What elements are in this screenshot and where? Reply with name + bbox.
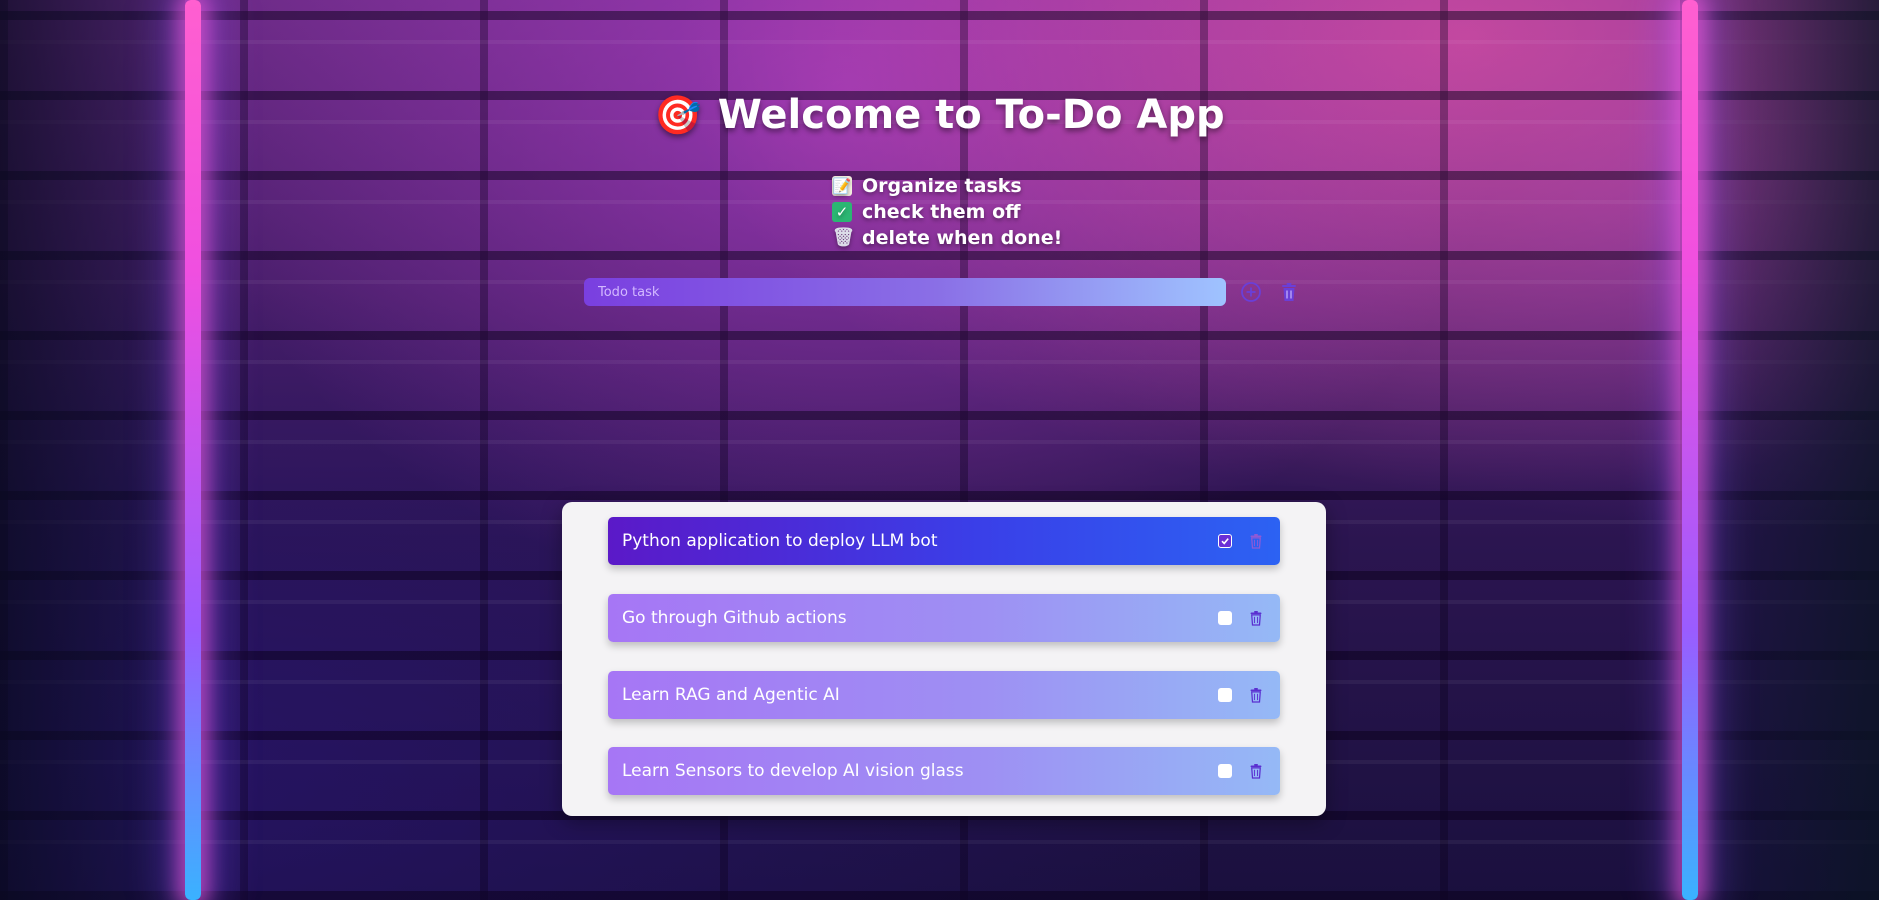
trash-icon [1282, 283, 1296, 301]
check-mark-icon: ✓ [832, 202, 852, 222]
check-icon [1221, 538, 1229, 545]
task-item: Python application to deploy LLM bot [608, 517, 1280, 565]
page-title-text: Welcome to To-Do App [717, 92, 1225, 138]
task-delete-button[interactable] [1246, 608, 1266, 628]
task-label: Learn Sensors to develop AI vision glass [622, 761, 964, 781]
task-checkbox[interactable] [1218, 764, 1232, 778]
task-delete-button[interactable] [1246, 531, 1266, 551]
task-label: Python application to deploy LLM bot [622, 531, 938, 551]
add-task-row [584, 278, 1302, 306]
page-title: 🎯 Welcome to To-Do App [0, 92, 1879, 138]
feature-item: ✓ check them off [832, 199, 1062, 225]
todo-task-input[interactable] [584, 278, 1226, 306]
task-label: Go through Github actions [622, 608, 847, 628]
memo-icon: 📝 [832, 176, 852, 196]
task-delete-button[interactable] [1246, 761, 1266, 781]
feature-label: delete when done! [862, 227, 1063, 249]
add-task-button[interactable] [1238, 279, 1264, 305]
task-delete-button[interactable] [1246, 685, 1266, 705]
trash-icon [1250, 611, 1262, 626]
task-item: Learn Sensors to develop AI vision glass [608, 747, 1280, 795]
target-icon: 🎯 [654, 93, 702, 137]
trash-icon: 🗑 [832, 227, 855, 248]
task-checkbox[interactable] [1218, 688, 1232, 702]
task-item: Go through Github actions [608, 594, 1280, 642]
task-checkbox[interactable] [1218, 534, 1232, 548]
feature-item: 📝 Organize tasks [832, 173, 1062, 199]
clear-all-button[interactable] [1276, 279, 1302, 305]
app-background: 🎯 Welcome to To-Do App 📝 Organize tasks ✓… [0, 0, 1879, 900]
feature-list: 📝 Organize tasks ✓ check them off 🗑 dele… [832, 173, 1062, 251]
task-label: Learn RAG and Agentic AI [622, 685, 840, 705]
trash-icon [1250, 534, 1262, 549]
feature-label: check them off [862, 201, 1021, 223]
add-circle-icon [1241, 282, 1261, 302]
trash-icon [1250, 764, 1262, 779]
trash-icon [1250, 688, 1262, 703]
task-checkbox[interactable] [1218, 611, 1232, 625]
task-list-panel: Python application to deploy LLM bot Go … [562, 502, 1326, 816]
feature-label: Organize tasks [862, 175, 1022, 197]
feature-item: 🗑 delete when done! [832, 225, 1062, 251]
task-item: Learn RAG and Agentic AI [608, 671, 1280, 719]
